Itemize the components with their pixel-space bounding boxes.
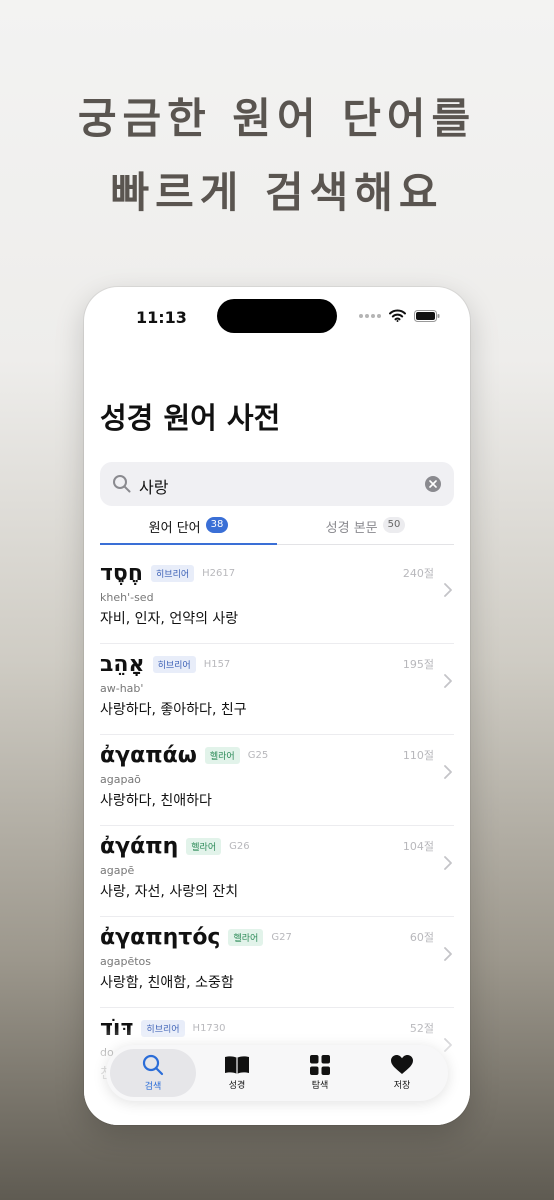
tabbar-explore-label: 탐색 (311, 1081, 329, 1091)
battery-icon (414, 309, 440, 322)
book-icon (225, 1056, 249, 1074)
verse-count: 240절 (402, 567, 434, 580)
transliteration: agapaō (100, 773, 141, 786)
word-original: אָהֵב (100, 652, 145, 677)
strong-number: G25 (247, 750, 269, 761)
language-tag: 헬라어 (204, 747, 240, 764)
language-tag: 헬라어 (228, 929, 264, 946)
tab-verses-count: 50 (382, 517, 406, 533)
chevron-right-icon (444, 583, 452, 597)
transliteration: aw-hab' (100, 682, 144, 695)
transliteration: kheh'-sed (100, 591, 154, 604)
tabbar-explore[interactable]: 탐색 (277, 1049, 363, 1097)
tabbar-search-label: 검색 (144, 1082, 162, 1092)
verse-count: 195절 (402, 658, 434, 671)
status-icons (359, 309, 440, 322)
heart-icon (391, 1055, 413, 1074)
clear-icon[interactable] (425, 476, 441, 492)
verse-count: 60절 (409, 931, 434, 944)
page-title: 성경 원어 사전 (100, 401, 281, 435)
strong-number: G26 (229, 841, 250, 852)
search-input[interactable]: 사랑 (100, 462, 454, 506)
list-item[interactable]: ἀγαπάω 헬라어 G25 110절 agapaō 사랑하다, 친애하다 (100, 735, 454, 826)
wifi-icon (389, 309, 406, 322)
tabbar-saved-label: 저장 (393, 1081, 411, 1091)
meaning: 자비, 인자, 언약의 사랑 (100, 611, 239, 627)
tab-words-count: 38 (205, 517, 229, 533)
list-item[interactable]: ἀγαπητός 헬라어 G27 60절 agapētos 사랑함, 친애함, … (100, 917, 454, 1008)
chevron-right-icon (444, 856, 452, 870)
transliteration: agapētos (100, 955, 151, 968)
language-tag: 히브리어 (151, 565, 195, 582)
search-icon (113, 475, 131, 493)
word-original: חֶסֶד (100, 561, 144, 586)
tab-words[interactable]: 원어 단어 38 (100, 517, 277, 545)
tab-verses-label: 성경 본문 (325, 521, 378, 536)
result-tabs: 원어 단어 38 성경 본문 50 (100, 517, 454, 545)
strong-number: H157 (203, 659, 231, 670)
tabbar-search[interactable]: 검색 (110, 1049, 196, 1097)
transliteration: agapē (100, 864, 135, 877)
word-original: ἀγάπη (100, 834, 179, 859)
verse-count: 104절 (402, 840, 434, 853)
tab-words-label: 원어 단어 (148, 521, 201, 536)
promo-headline: 궁금한 원어 단어를 빠르게 검색해요 (0, 82, 554, 230)
grid-icon (310, 1055, 330, 1075)
chevron-right-icon (444, 765, 452, 779)
status-time: 11:13 (136, 308, 187, 327)
tabbar-bible-label: 성경 (228, 1081, 246, 1091)
tabbar-saved[interactable]: 저장 (359, 1049, 445, 1097)
result-list: חֶסֶד 히브리어 H2617 240절 kheh'-sed 자비, 인자, … (100, 553, 454, 1098)
word-original: ἀγαπητός (100, 925, 221, 950)
signal-icon (359, 313, 381, 318)
strong-number: H2617 (202, 568, 236, 579)
list-item[interactable]: חֶסֶד 히브리어 H2617 240절 kheh'-sed 자비, 인자, … (100, 553, 454, 644)
bottom-tab-bar: 검색 성경 탐색 저장 (106, 1045, 448, 1101)
list-item[interactable]: ἀγάπη 헬라어 G26 104절 agapē 사랑, 자선, 사랑의 잔치 (100, 826, 454, 917)
phone-screen: 11:13 성경 원어 사전 사랑 원어 단어 38 성경 본문 50 חֶסֶ… (84, 287, 470, 1125)
chevron-right-icon (444, 674, 452, 688)
strong-number: G27 (271, 932, 292, 943)
tab-verses[interactable]: 성경 본문 50 (277, 517, 454, 545)
language-tag: 히브리어 (152, 656, 196, 673)
chevron-right-icon (444, 947, 452, 961)
word-original: ἀγαπάω (100, 743, 197, 768)
language-tag: 헬라어 (186, 838, 222, 855)
search-icon (142, 1054, 164, 1076)
meaning: 사랑함, 친애함, 소중함 (100, 975, 234, 991)
headline-line-1: 궁금한 원어 단어를 (77, 94, 477, 143)
meaning: 사랑하다, 좋아하다, 친구 (100, 702, 247, 718)
verse-count: 110절 (402, 749, 434, 762)
list-item[interactable]: אָהֵב 히브리어 H157 195절 aw-hab' 사랑하다, 좋아하다,… (100, 644, 454, 735)
search-value[interactable]: 사랑 (139, 474, 168, 498)
dynamic-island (217, 299, 337, 333)
headline-line-2: 빠르게 검색해요 (110, 168, 444, 217)
meaning: 사랑, 자선, 사랑의 잔치 (100, 884, 239, 900)
meaning: 사랑하다, 친애하다 (100, 793, 212, 809)
tabbar-bible[interactable]: 성경 (194, 1049, 280, 1097)
